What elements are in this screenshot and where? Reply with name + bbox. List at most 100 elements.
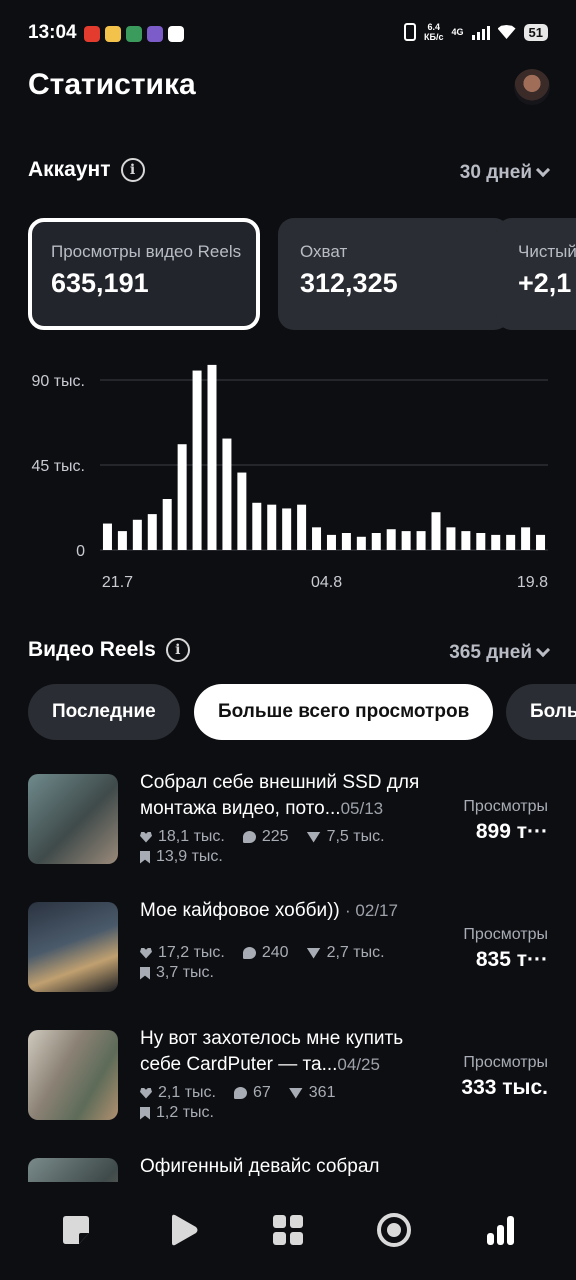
chart-bar[interactable] [117, 531, 127, 550]
bookmark-icon [140, 1106, 150, 1120]
list-item[interactable]: Ну вот захотелось мне купить себе CardPu… [0, 1016, 576, 1136]
yandex-mail-icon [84, 26, 100, 42]
reel-date: · 02/17 [345, 901, 398, 920]
reel-thumbnail [28, 774, 118, 864]
chart-bar[interactable] [371, 533, 381, 550]
account-period-dropdown[interactable]: 30 дней [459, 162, 551, 184]
bookmark-icon [140, 966, 150, 980]
reels-section-title: Видео Reels i [28, 638, 190, 662]
reels-title: Видео Reels [28, 638, 156, 661]
chart-bar[interactable] [341, 533, 351, 550]
avatar[interactable] [514, 69, 550, 105]
chevron-down-icon [535, 162, 551, 178]
reel-thumbnail [28, 1158, 118, 1182]
chart-bar[interactable] [356, 536, 366, 550]
page-title: Статистика [28, 68, 196, 101]
list-item[interactable]: Собрал себе внешний SSD для монтажа виде… [0, 760, 576, 880]
net-speed: 6.4 КБ/с [424, 22, 444, 42]
list-item[interactable]: Офигенный девайс собрал [0, 1144, 576, 1182]
chart-bar[interactable] [222, 438, 232, 550]
stat-card-net-followers[interactable]: Чистый +2,1 [496, 218, 576, 330]
chart-bar[interactable] [461, 531, 471, 550]
chart-bar[interactable] [237, 472, 247, 550]
chart-bar[interactable] [312, 527, 322, 550]
list-item[interactable]: Мое кайфовое хобби)) · 02/17 17,2 тыс. 2… [0, 888, 576, 1008]
tab-latest[interactable]: Последние [28, 684, 180, 740]
reels-period-label: 365 дней [449, 642, 532, 663]
reels-icon[interactable] [163, 1210, 203, 1250]
reel-date: 04/25 [337, 1055, 380, 1074]
chart-bar[interactable] [386, 529, 396, 550]
signal-icon [471, 24, 490, 40]
chart-bar[interactable] [476, 533, 486, 550]
heart-icon [140, 1087, 152, 1099]
stat-card-reach[interactable]: Охват 312,325 [278, 218, 510, 330]
tab-more[interactable]: Боль [506, 684, 576, 740]
reel-stats: 17,2 тыс. 240 2,7 тыс. [140, 944, 385, 962]
reel-title: Собрал себе внешний SSD для монтажа виде… [140, 772, 420, 819]
chart-bar[interactable] [177, 444, 187, 550]
reel-title: Офигенный девайс собрал [140, 1156, 380, 1177]
info-icon[interactable]: i [165, 638, 190, 662]
chart-bar[interactable] [491, 534, 501, 550]
heart-icon [140, 831, 152, 843]
reel-date: 05/13 [340, 799, 384, 818]
reels-filter-tabs: Последние Больше всего просмотров Боль [28, 684, 576, 742]
chart-bar[interactable] [282, 508, 292, 550]
chart-bar[interactable] [326, 534, 336, 550]
info-icon[interactable]: i [120, 158, 145, 182]
heart-icon [140, 947, 152, 959]
chart-bar[interactable] [162, 499, 172, 550]
chart-bar[interactable] [192, 370, 202, 550]
reels-list: Собрал себе внешний SSD для монтажа виде… [0, 760, 576, 1182]
stat-cards: Просмотры видео Reels 635,191 Охват 312,… [28, 218, 576, 330]
stat-card-value: 312,325 [300, 268, 398, 298]
chart-bar[interactable] [297, 504, 307, 550]
reel-saves: 1,2 тыс. [140, 1104, 214, 1122]
chart-bar[interactable] [446, 527, 456, 550]
stat-card-value: +2,1 [518, 268, 572, 298]
chart-bar[interactable] [267, 504, 277, 550]
chart-bar[interactable] [506, 534, 516, 550]
circle-icon[interactable] [374, 1210, 414, 1250]
x-tick-label: 19.8 [517, 574, 548, 591]
y-tick-label: 90 тыс. [31, 373, 85, 390]
account-section-title: Аккаунт i [28, 158, 145, 182]
account-title: Аккаунт [28, 158, 111, 181]
y-tick-label: 45 тыс. [31, 458, 85, 475]
views-bar-chart[interactable]: 90 тыс. 45 тыс. 0 21.7 04.8 19.8 [0, 360, 576, 600]
chart-bar[interactable] [132, 519, 142, 550]
reels-period-dropdown[interactable]: 365 дней [449, 642, 551, 664]
reel-views: Просмотры 835 т··· [463, 926, 548, 971]
chevron-down-icon [535, 642, 551, 658]
chart-bar[interactable] [102, 523, 112, 550]
chart-bar[interactable] [147, 514, 157, 550]
chart-bar[interactable] [401, 531, 411, 550]
stat-card-label: Охват [300, 242, 348, 261]
chart-bar[interactable] [207, 364, 217, 550]
viber-icon [147, 26, 163, 42]
account-period-label: 30 дней [459, 162, 532, 183]
reel-title: Мое кайфовое хобби)) · 02/17 [140, 900, 398, 921]
tab-most-viewed[interactable]: Больше всего просмотров [194, 684, 494, 740]
chart-bar[interactable] [252, 502, 262, 550]
chart-bar[interactable] [416, 531, 426, 550]
bookmark-icon [140, 850, 150, 864]
chart-bar[interactable] [431, 512, 441, 550]
reel-saves: 13,9 тыс. [140, 848, 223, 866]
reel-thumbnail [28, 1030, 118, 1120]
reel-saves: 3,7 тыс. [140, 964, 214, 982]
notification-icons [84, 26, 184, 42]
stat-card-reels-views[interactable]: Просмотры видео Reels 635,191 [28, 218, 260, 330]
stats-icon[interactable] [480, 1210, 520, 1250]
reel-views: Просмотры 333 тыс. [461, 1054, 548, 1099]
chart-bar[interactable] [521, 527, 531, 550]
share-icon [288, 1087, 303, 1099]
home-icon[interactable] [56, 1210, 96, 1250]
status-time: 13:04 [28, 22, 77, 43]
system-icons: 6.4 КБ/с 4G 51 [404, 22, 548, 42]
battery-icon: 51 [523, 23, 548, 41]
stat-card-value: 635,191 [51, 268, 149, 298]
grid-icon[interactable] [268, 1210, 308, 1250]
chart-bar[interactable] [536, 534, 546, 550]
